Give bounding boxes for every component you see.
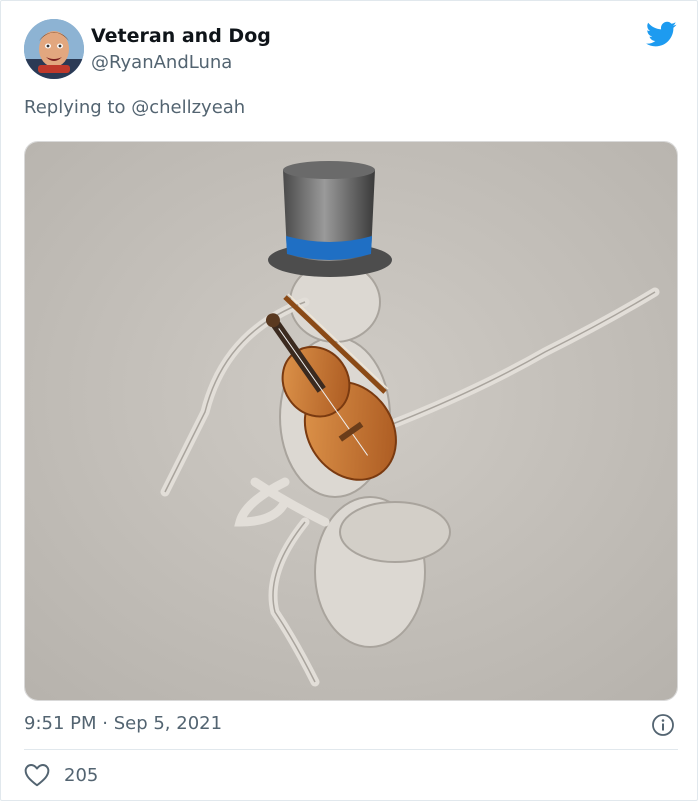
reply-context: Replying to @chellzyeah xyxy=(24,97,245,118)
reply-mention-link[interactable]: @chellzyeah xyxy=(131,97,245,118)
avatar[interactable] xyxy=(24,19,84,79)
twitter-bird-icon[interactable] xyxy=(646,21,677,48)
info-icon[interactable] xyxy=(651,713,675,737)
reply-prefix: Replying to xyxy=(24,97,126,118)
heart-icon[interactable] xyxy=(24,763,50,787)
divider xyxy=(24,749,678,750)
like-count: 205 xyxy=(64,764,99,786)
tweet-card: Veteran and Dog @RyanAndLuna Replying to… xyxy=(0,0,698,801)
display-name[interactable]: Veteran and Dog xyxy=(91,25,271,47)
user-handle[interactable]: @RyanAndLuna xyxy=(91,52,232,73)
like-button[interactable]: 205 xyxy=(24,763,98,787)
tweet-media-image[interactable] xyxy=(24,141,678,701)
tweet-timestamp[interactable]: 9:51 PM · Sep 5, 2021 xyxy=(24,713,222,734)
